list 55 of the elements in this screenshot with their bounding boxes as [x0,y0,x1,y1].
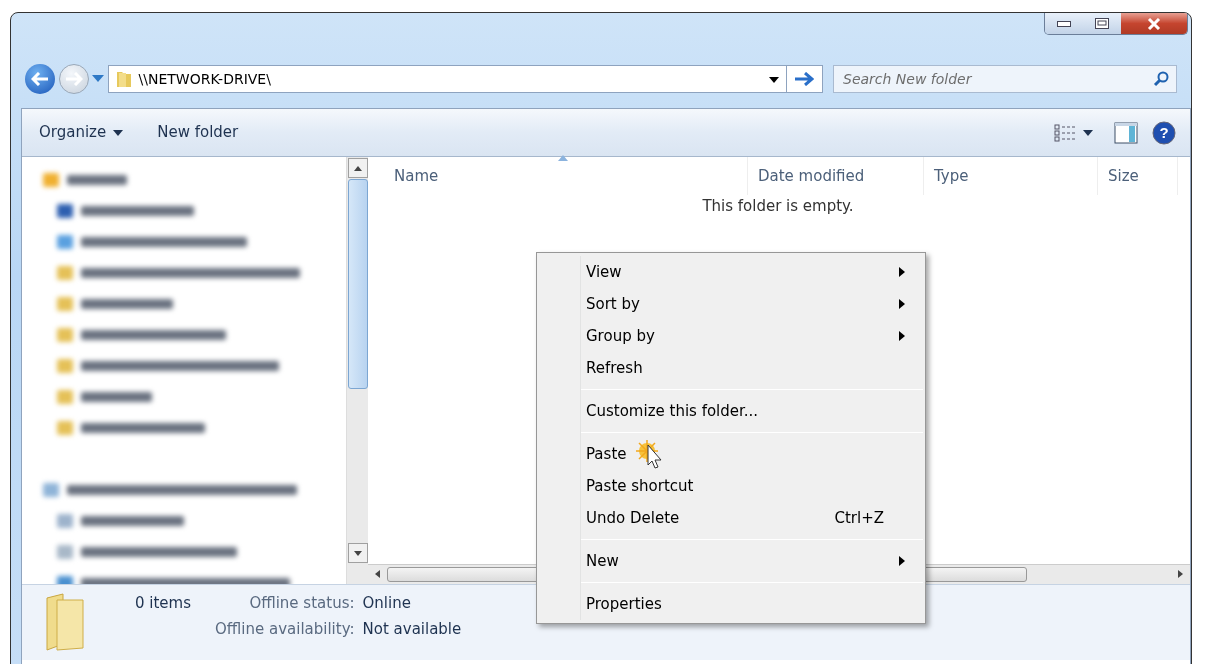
history-dropdown-icon[interactable] [92,75,104,83]
help-icon[interactable]: ? [1152,120,1176,145]
address-bar[interactable]: \\NETWORK-DRIVE\ [107,65,823,93]
sort-arrow-icon [557,154,568,162]
shortcut-text: Ctrl+Z [834,507,884,529]
maximize-icon [1095,18,1109,29]
left-arrow-icon [31,72,49,86]
menu-item[interactable]: Sort by [537,288,925,320]
submenu-arrow-icon [899,267,905,277]
status-value: Not available [362,618,462,640]
search-icon [1153,71,1169,87]
empty-folder-message: This folder is empty. [702,197,854,215]
menu-item[interactable]: Properties [537,588,925,620]
up-arrow-icon [354,165,362,171]
column-header[interactable]: Type [924,157,1098,195]
column-header[interactable]: Name [368,157,748,195]
search-box[interactable]: Search New folder [833,65,1177,93]
back-button[interactable] [25,64,55,94]
menu-item[interactable]: Paste [537,438,925,470]
submenu-arrow-icon [899,299,905,309]
preview-pane-icon[interactable] [1114,121,1138,144]
submenu-arrow-icon [899,331,905,341]
search-field[interactable]: Search New folder [841,67,1141,91]
menu-item[interactable]: Undo Delete Ctrl+Z [537,502,925,534]
folder-icon [115,70,132,88]
caret-icon [113,129,124,136]
scroll-down-button[interactable] [348,543,368,563]
toolbar-button[interactable]: New folder [147,121,249,144]
right-arrow-icon [794,72,814,86]
menu-item[interactable]: Customize this folder... [537,395,925,427]
view-options-button[interactable] [1054,123,1093,142]
status-label: Offline status: [248,593,355,614]
menu-item[interactable]: Refresh [537,352,925,384]
down-arrow-icon [354,550,362,556]
menu-item[interactable]: Group by [537,320,925,352]
menu-item[interactable]: New [537,545,925,577]
toolbar-button[interactable]: Organize [29,121,134,144]
status-label: Offline availability: [215,618,355,640]
menu-item[interactable]: View [537,256,925,288]
close-button[interactable] [1121,13,1187,34]
right-arrow-icon [64,72,83,86]
address-path: \\NETWORK-DRIVE\ [138,69,271,89]
submenu-arrow-icon [899,556,905,566]
column-header[interactable]: Size [1098,157,1178,195]
minimize-icon [1057,20,1071,27]
minimize-button[interactable] [1045,13,1083,34]
maximize-button[interactable] [1083,13,1121,34]
caret-icon [1083,129,1093,136]
scrollbar-thumb[interactable] [348,179,368,389]
menu-item[interactable]: Paste shortcut [537,470,925,502]
column-header[interactable]: Date modified [748,157,924,195]
scroll-up-button[interactable] [348,158,368,178]
item-count: 0 items [135,593,192,614]
close-icon [1147,17,1161,30]
status-value: Online [362,593,412,614]
